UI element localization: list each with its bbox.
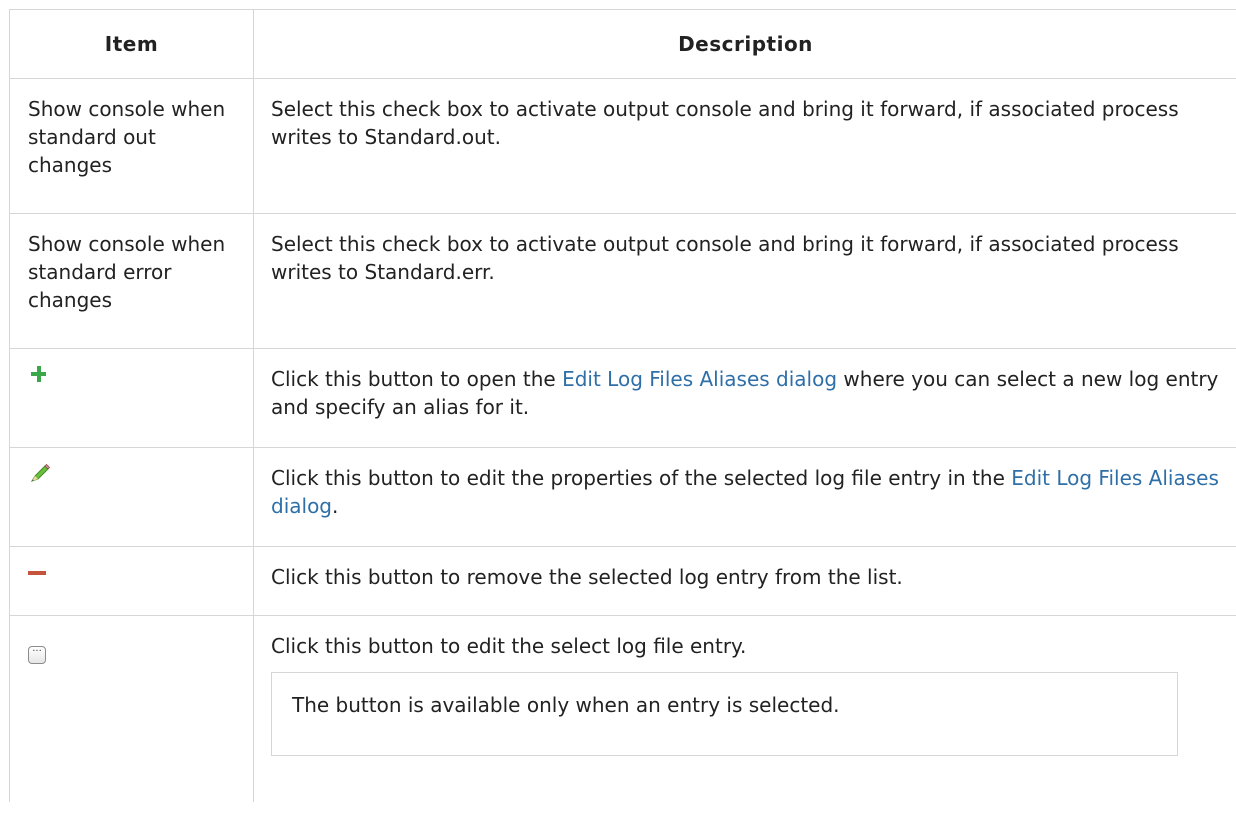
item-cell: ··· — [9, 615, 254, 802]
ellipsis-icon[interactable]: ··· — [28, 646, 46, 664]
item-cell: Show console when standard error changes — [9, 213, 254, 349]
description-cell: Select this check box to activate output… — [253, 78, 1236, 214]
item-cell — [9, 546, 254, 616]
description-text: Click this button to edit the properties… — [271, 466, 1012, 490]
header-item: Item — [9, 9, 254, 79]
description-cell: Click this button to edit the properties… — [253, 447, 1236, 547]
item-cell — [9, 447, 254, 547]
item-cell — [9, 348, 254, 448]
pencil-icon[interactable] — [28, 462, 52, 486]
table-header-row: Item Description — [9, 9, 1236, 79]
table-row: Click this button to remove the selected… — [9, 546, 1236, 616]
description-cell: Click this button to edit the select log… — [253, 615, 1236, 802]
header-description: Description — [253, 9, 1236, 79]
table-row: Click this button to open the Edit Log F… — [9, 348, 1236, 448]
description-cell: Click this button to remove the selected… — [253, 546, 1236, 616]
description-text: . — [332, 494, 339, 518]
table-row: Click this button to edit the properties… — [9, 447, 1236, 547]
item-cell: Show console when standard out changes — [9, 78, 254, 214]
table-row: Show console when standard error changes… — [9, 213, 1236, 349]
description-text: Click this button to edit the select log… — [271, 634, 747, 658]
description-cell: Click this button to open the Edit Log F… — [253, 348, 1236, 448]
options-table: Item Description Show console when stand… — [9, 9, 1236, 802]
description-cell: Select this check box to activate output… — [253, 213, 1236, 349]
edit-log-files-aliases-link[interactable]: Edit Log Files Aliases dialog — [562, 367, 837, 391]
table-row: Show console when standard out changes S… — [9, 78, 1236, 214]
minus-icon[interactable] — [28, 561, 52, 585]
description-text: Click this button to open the — [271, 367, 563, 391]
note-text: The button is available only when an ent… — [292, 693, 840, 717]
table-row: ··· Click this button to edit the select… — [9, 615, 1236, 802]
note-box: The button is available only when an ent… — [271, 672, 1178, 756]
plus-icon[interactable] — [28, 363, 52, 387]
